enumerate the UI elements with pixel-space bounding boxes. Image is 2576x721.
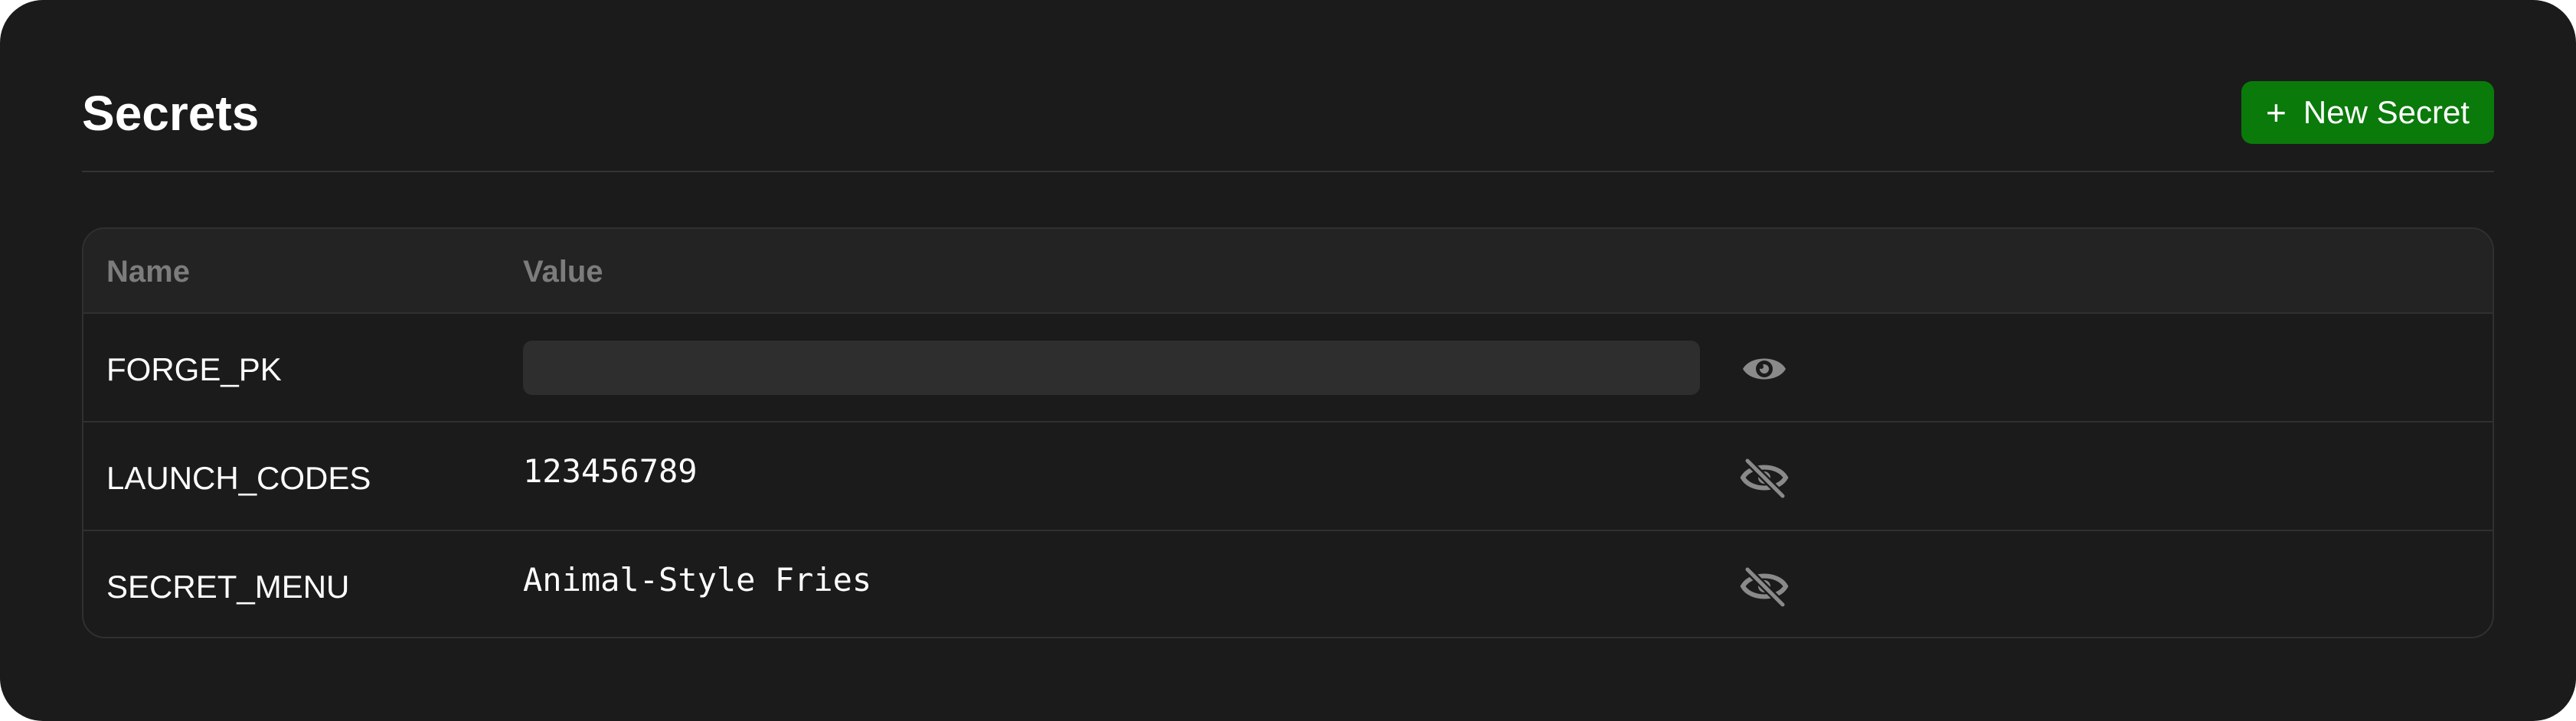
table-row: LAUNCH_CODES 123456789 bbox=[83, 422, 2493, 531]
page-title: Secrets bbox=[82, 86, 260, 141]
secret-name: FORGE_PK bbox=[106, 351, 282, 387]
eye-off-icon[interactable] bbox=[1740, 456, 1789, 499]
header-divider bbox=[82, 171, 2494, 172]
secret-value: Animal-Style Fries bbox=[523, 561, 872, 599]
column-header-name: Name bbox=[106, 255, 190, 289]
table-row: FORGE_PK bbox=[83, 314, 2493, 422]
eye-icon[interactable] bbox=[1740, 347, 1789, 390]
table-row: SECRET_MENU Animal-Style Fries bbox=[83, 531, 2493, 637]
secret-name: LAUNCH_CODES bbox=[106, 460, 371, 496]
masked-value bbox=[523, 341, 1700, 395]
table-header: Name Value bbox=[83, 229, 2493, 314]
secret-value: 123456789 bbox=[523, 452, 698, 490]
new-secret-button[interactable]: + New Secret bbox=[2241, 81, 2494, 144]
secret-name: SECRET_MENU bbox=[106, 569, 350, 605]
eye-off-icon[interactable] bbox=[1740, 565, 1789, 608]
column-header-value: Value bbox=[523, 255, 603, 289]
new-secret-label: New Secret bbox=[2303, 94, 2470, 130]
secrets-panel: Secrets + New Secret Name Value FORGE_PK bbox=[0, 0, 2576, 721]
plus-icon: + bbox=[2266, 93, 2287, 132]
secrets-table: Name Value FORGE_PK LAUNCH_CODES 1234567… bbox=[82, 227, 2494, 638]
